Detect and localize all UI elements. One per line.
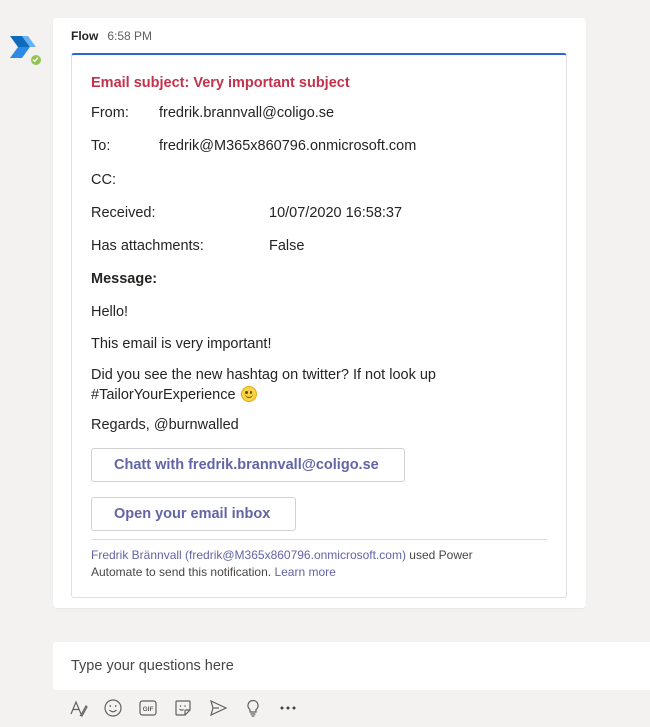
to-row: To: fredrik@M365x860796.onmicrosoft.com [91, 138, 416, 154]
sticker-icon[interactable] [171, 697, 195, 719]
emoji-icon[interactable] [101, 697, 125, 719]
from-label: From: [91, 105, 129, 121]
format-icon[interactable] [66, 697, 90, 719]
svg-text:GIF: GIF [143, 706, 154, 713]
email-subject: Email subject: Very important subject [91, 75, 350, 91]
chat-with-sender-button[interactable]: Chatt with fredrik.brannvall@coligo.se [91, 448, 405, 482]
to-value: fredrik@M365x860796.onmicrosoft.com [159, 138, 417, 154]
more-options-icon[interactable] [276, 697, 300, 719]
footer-user-link[interactable]: Fredrik Brännvall (fredrik@M365x860796.o… [91, 548, 406, 562]
body-line-hashtag-question: Did you see the new hashtag on twitter? … [91, 367, 436, 383]
chat-message: Flow 6:58 PM Email subject: Very importan… [53, 18, 586, 608]
subject-value: Very important subject [193, 75, 350, 91]
attachments-label: Has attachments: [91, 238, 204, 254]
message-label: Message: [91, 271, 158, 287]
from-value: fredrik.brannvall@coligo.se [159, 105, 335, 121]
gif-icon[interactable]: GIF [136, 697, 160, 719]
open-email-inbox-button[interactable]: Open your email inbox [91, 497, 296, 531]
card-divider [91, 539, 547, 540]
learn-more-link[interactable]: Learn more [274, 565, 335, 579]
received-label: Received: [91, 205, 156, 221]
hashtag-text: #TailorYourExperience [91, 387, 236, 403]
card-footer: Fredrik Brännvall (fredrik@M365x860796.o… [91, 547, 511, 581]
body-line-regards: Regards, @burnwalled [91, 417, 239, 433]
from-row: From: fredrik.brannvall@coligo.se [91, 105, 334, 121]
subject-label: Email subject: [91, 75, 190, 91]
cc-label: CC: [91, 172, 116, 188]
compose-input[interactable] [53, 642, 650, 690]
body-line-greeting: Hello! [91, 304, 129, 320]
to-label: To: [91, 138, 111, 154]
compose-toolbar: GIF [66, 697, 311, 719]
attachments-value: False [269, 238, 305, 254]
available-status-icon [30, 54, 42, 66]
send-icon[interactable] [206, 697, 230, 719]
received-value: 10/07/2020 16:58:37 [269, 205, 403, 221]
message-timestamp: 6:58 PM [107, 29, 153, 43]
body-line-hashtag: #TailorYourExperience [91, 386, 257, 403]
attachments-row: Has attachments: False [91, 238, 304, 254]
cc-row: CC: [91, 172, 116, 188]
adaptive-card: Email subject: Very important subject Fr… [71, 53, 567, 598]
received-row: Received: 10/07/2020 16:58:37 [91, 205, 402, 221]
praise-icon[interactable] [241, 697, 265, 719]
smiling-face-emoji-icon [240, 386, 257, 402]
message-header: Flow 6:58 PM [71, 29, 152, 43]
sender-name: Flow [71, 29, 99, 43]
body-line-important: This email is very important! [91, 336, 272, 352]
